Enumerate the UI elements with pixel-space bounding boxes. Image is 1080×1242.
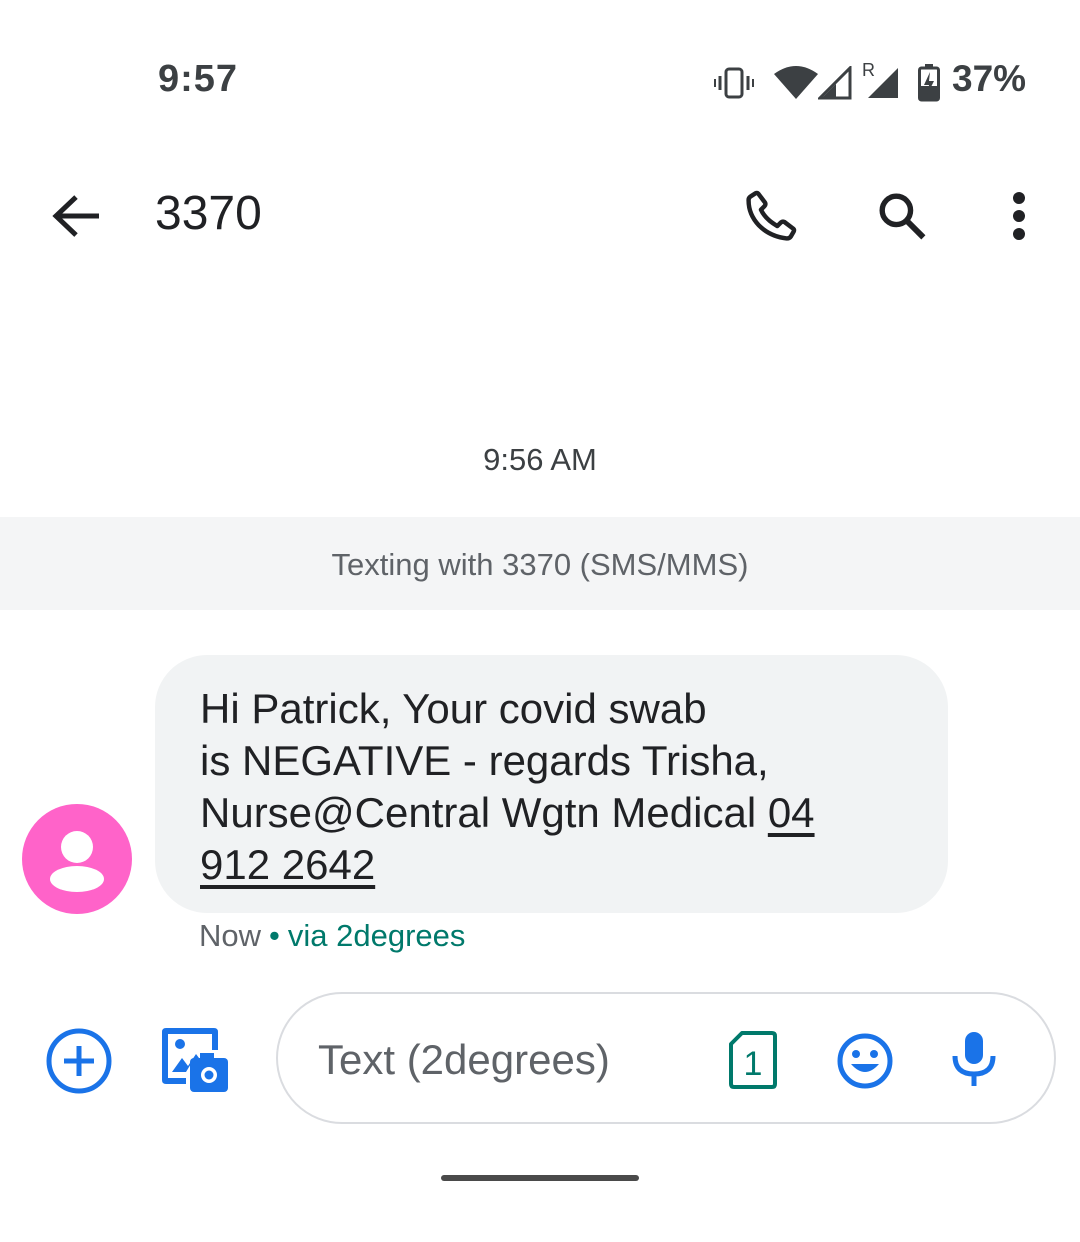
compose-bar: Text (2degrees) 1	[0, 990, 1080, 1130]
status-time: 9:57	[158, 58, 239, 100]
more-vert-icon	[1013, 192, 1025, 240]
arrow-back-icon	[52, 195, 99, 237]
sms-info-banner-text: Texting with 3370 (SMS/MMS)	[331, 547, 749, 582]
more-options-button[interactable]	[983, 180, 1055, 252]
phone-number-link[interactable]: 04	[768, 789, 815, 836]
call-button[interactable]	[735, 180, 807, 252]
avatar[interactable]	[22, 804, 132, 914]
photo-camera-icon	[162, 1028, 228, 1092]
message-status: Now • via 2degrees	[199, 918, 465, 954]
message-time: Now	[199, 918, 262, 953]
message-carrier: via 2degrees	[287, 918, 466, 953]
message-input-placeholder: Text (2degrees)	[318, 1036, 610, 1083]
mic-icon	[952, 1032, 996, 1086]
conversation-title: 3370	[155, 187, 262, 240]
emoji-button[interactable]	[836, 1032, 894, 1090]
add-attachment-button[interactable]	[44, 1026, 114, 1096]
message-line: Nurse@Central Wgtn Medical	[200, 789, 768, 836]
message-date-header: 9:56 AM	[483, 442, 597, 477]
sms-info-banner: Texting with 3370 (SMS/MMS)	[0, 517, 1080, 610]
search-button[interactable]	[866, 180, 938, 252]
battery-charging-icon	[918, 64, 940, 102]
message-text: Hi Patrick, Your covid swab is NEGATIVE …	[200, 683, 920, 891]
battery-percent: 37%	[952, 58, 1027, 99]
status-bar: 9:57 R 37%	[0, 0, 1080, 160]
message-bubble[interactable]: Hi Patrick, Your covid swab is NEGATIVE …	[155, 655, 948, 913]
wifi-icon	[774, 66, 818, 99]
gesture-nav-handle[interactable]	[441, 1175, 639, 1181]
phone-number-link[interactable]: 912 2642	[200, 841, 375, 888]
sim-number: 1	[744, 1045, 763, 1083]
voice-input-button[interactable]	[948, 1030, 1000, 1090]
message-input[interactable]: Text (2degrees) 1	[276, 992, 1056, 1124]
sim-selector-button[interactable]: 1	[728, 1030, 778, 1090]
signal-roaming-icon	[868, 68, 898, 98]
person-icon	[50, 831, 104, 892]
signal-icon	[818, 66, 852, 100]
emoji-icon	[837, 1033, 893, 1089]
gallery-button[interactable]	[158, 1024, 232, 1098]
message-line: Hi Patrick, Your covid swab	[200, 685, 707, 732]
phone-icon	[746, 190, 797, 241]
vibrate-icon	[714, 67, 754, 99]
status-icons: R 37%	[710, 58, 1030, 108]
back-button[interactable]	[45, 184, 109, 248]
sim-card-icon: 1	[729, 1031, 777, 1089]
add-circle-icon	[46, 1028, 112, 1094]
status-separator: •	[269, 918, 280, 953]
app-bar: 3370	[0, 160, 1080, 270]
message-line: is NEGATIVE - regards Trisha,	[200, 737, 769, 784]
search-icon	[879, 193, 926, 240]
